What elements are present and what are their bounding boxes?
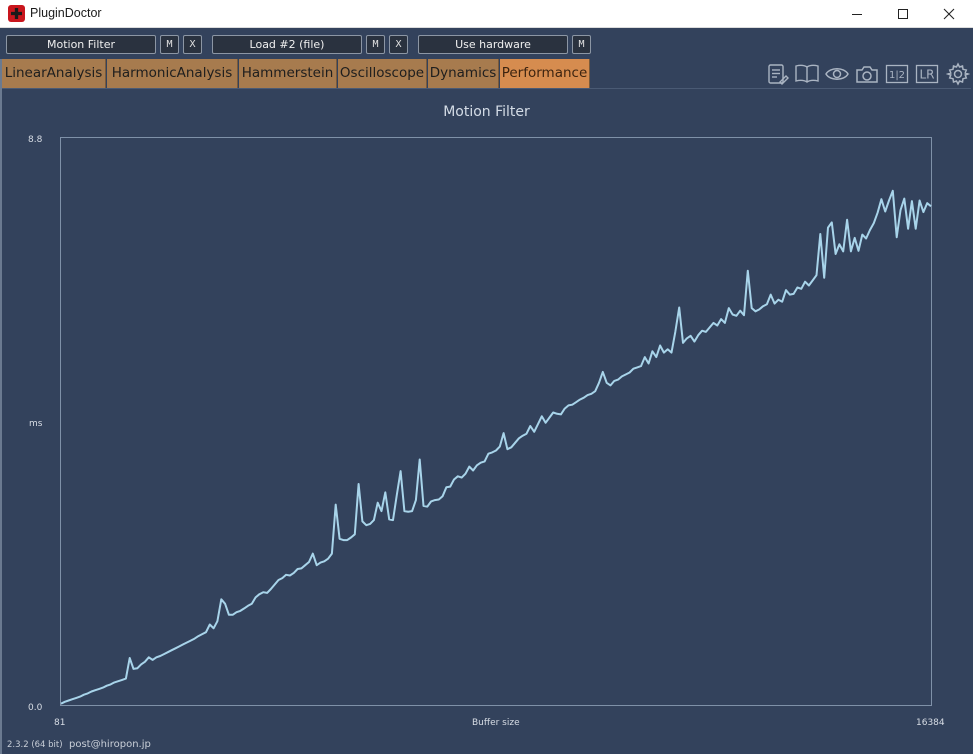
- y-tick-label-min: 0.0: [28, 703, 43, 713]
- x-tick-label-min: 81: [54, 718, 66, 728]
- y-tick-label-max: 8.8: [28, 135, 43, 145]
- plot-border: [60, 137, 932, 706]
- performance-chart: [60, 137, 932, 706]
- x-axis-label: Buffer size: [472, 718, 520, 728]
- status-footer: 2.3.2 (64 bit) post@hiropon.jp: [0, 739, 973, 754]
- series-line: [60, 189, 932, 705]
- version-label: 2.3.2 (64 bit): [7, 740, 63, 750]
- y-axis-label: ms: [29, 419, 43, 429]
- contact-email[interactable]: post@hiropon.jp: [69, 739, 151, 750]
- x-tick-label-max: 16384: [916, 718, 945, 728]
